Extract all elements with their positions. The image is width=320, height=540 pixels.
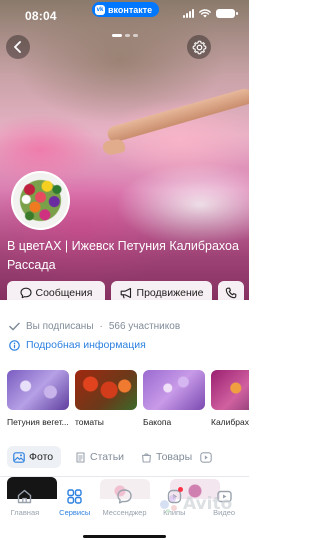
cellular-signal-icon [183, 9, 194, 18]
tab-clips[interactable] [196, 446, 218, 468]
chevron-left-icon [14, 41, 21, 53]
status-icons [183, 9, 238, 18]
products-strip: Петуния вегет... томаты Бакопа Калибрахо… [0, 370, 249, 436]
nav-item-home[interactable]: Главная [0, 487, 50, 527]
group-actions: Сообщения Продвижение [7, 281, 244, 305]
product-title: томаты [75, 417, 104, 427]
subscription-status[interactable]: Вы подписаны · 566 участников [9, 321, 180, 332]
product-image-bacopa [143, 370, 205, 410]
nav-label: Главная [10, 508, 40, 517]
details-link-label: Подробная информация [26, 339, 146, 351]
tab-photo-label: Фото [29, 451, 54, 463]
wifi-icon [199, 9, 211, 18]
home-icon [16, 487, 34, 505]
phone-icon [225, 287, 237, 299]
subscribed-label: Вы подписаны [26, 321, 94, 332]
avito-watermark-text: Avito [183, 494, 233, 514]
article-icon [76, 451, 85, 463]
avito-logo-icon [160, 495, 180, 513]
product-image-tomatoes [75, 370, 137, 410]
nav-label: Мессенджер [102, 508, 147, 517]
clip-play-icon [200, 451, 212, 463]
check-icon [9, 322, 20, 331]
tab-photo[interactable]: Фото [7, 446, 61, 468]
back-button[interactable] [6, 35, 30, 59]
group-title: В цветАХ | Ижевск Петуния Калибрахоа Рас… [7, 239, 239, 272]
tab-articles[interactable]: Статьи [69, 446, 130, 468]
product-card[interactable]: Бакопа [143, 370, 205, 427]
promote-button[interactable]: Продвижение [111, 281, 212, 305]
nav-label: Сервисы [59, 508, 91, 517]
info-circle-icon [9, 339, 20, 351]
tab-articles-label: Статьи [90, 451, 125, 463]
product-title: Калибрахо... [211, 417, 249, 427]
members-count[interactable]: 566 участников [109, 321, 180, 332]
promote-button-label: Продвижение [136, 287, 204, 299]
product-image-purple-petunia [7, 370, 69, 410]
messages-button[interactable]: Сообщения [7, 281, 105, 305]
details-link[interactable]: Подробная информация [9, 339, 146, 351]
call-button[interactable] [218, 281, 244, 305]
status-bar: 08:04 vk вконтакте [0, 0, 249, 28]
settings-button[interactable] [187, 35, 211, 59]
cover-hand [101, 138, 127, 156]
status-time: 08:04 [25, 9, 57, 23]
megaphone-icon [120, 287, 131, 299]
cover-arm [105, 86, 249, 144]
nav-item-messenger[interactable]: Мессенджер [100, 487, 150, 527]
vk-app-pill[interactable]: vk вконтакте [92, 2, 160, 17]
product-title: Бакопа [143, 417, 172, 427]
vk-app-pill-label: вконтакте [108, 4, 153, 15]
vk-logo-icon: vk [95, 4, 105, 15]
cover-carousel-indicator [112, 34, 138, 37]
messenger-icon [115, 487, 133, 505]
services-icon [66, 487, 84, 505]
content-tabs: Фото Статьи Товары [0, 444, 249, 470]
product-image-calibrachoa [211, 370, 249, 410]
shopping-bag-icon [142, 452, 151, 463]
nav-item-services[interactable]: Сервисы [50, 487, 100, 527]
avito-watermark: Avito [160, 494, 232, 514]
product-card[interactable]: Калибрахо... [211, 370, 249, 427]
gear-icon [192, 40, 206, 54]
tab-goods-label: Товары [156, 451, 193, 463]
messages-button-label: Сообщения [35, 287, 93, 299]
group-avatar[interactable] [11, 171, 70, 230]
tab-goods[interactable]: Товары [135, 446, 198, 468]
home-indicator [83, 535, 166, 538]
battery-icon [216, 9, 238, 18]
message-bubble-icon [19, 287, 32, 299]
product-card[interactable]: Петуния вегет... [7, 370, 69, 427]
product-card[interactable]: томаты [75, 370, 137, 427]
product-title: Петуния вегет... [7, 417, 69, 427]
avatar-bouquet-image [13, 173, 68, 228]
image-icon [13, 451, 25, 463]
separator-dot: · [99, 321, 103, 332]
